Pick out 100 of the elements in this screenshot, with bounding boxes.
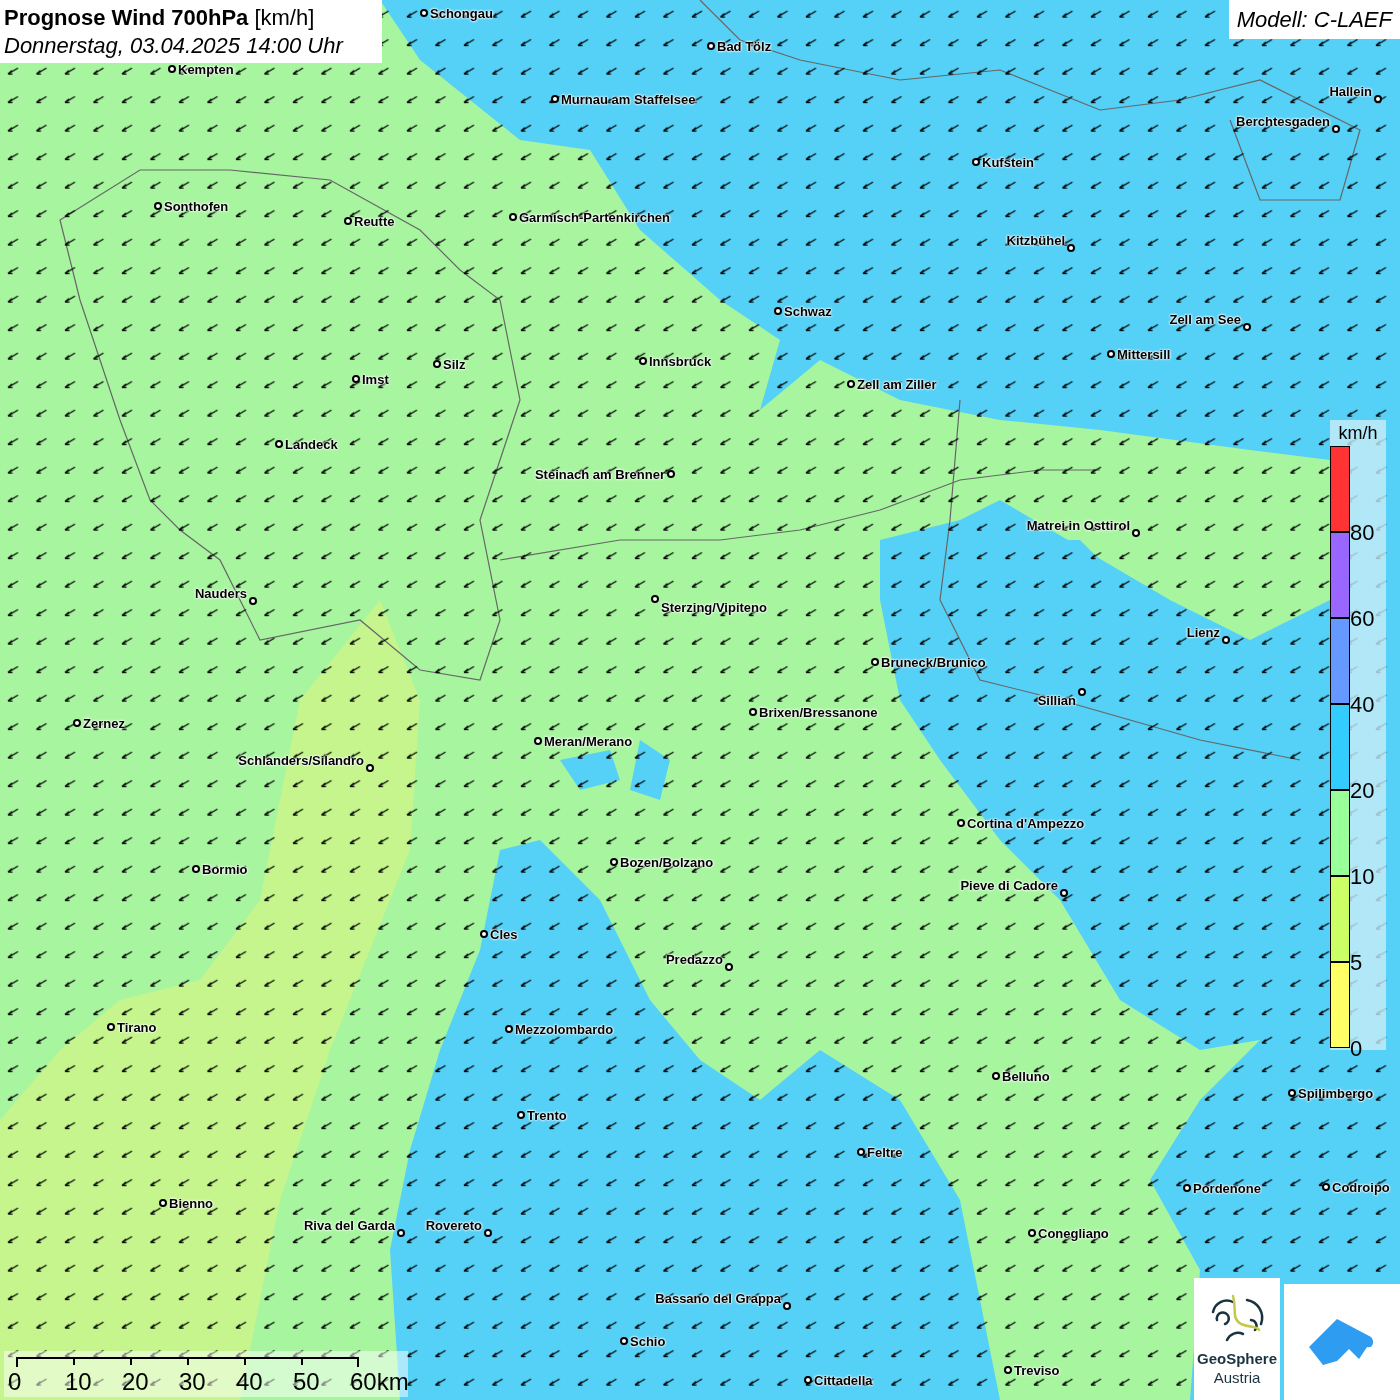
legend-value: 80 xyxy=(1350,522,1375,544)
city-label: Schlanders/Silandro xyxy=(238,753,364,767)
city-label: Meran/Merano xyxy=(544,734,633,748)
city-marker-icon xyxy=(192,865,200,873)
city-label: Landeck xyxy=(285,437,338,451)
city-marker-icon xyxy=(107,1023,115,1031)
city-marker-icon xyxy=(639,357,647,365)
city-label: Pordenone xyxy=(1193,1181,1261,1195)
city-marker-icon xyxy=(344,217,352,225)
city-label: Matrei in Osttirol xyxy=(1026,518,1130,532)
city-marker-icon xyxy=(1028,1229,1036,1237)
city-label: Bienno xyxy=(169,1196,214,1210)
city-marker-icon xyxy=(749,708,757,716)
city-marker-icon xyxy=(480,930,488,938)
city-label: Imst xyxy=(362,372,389,386)
logo-subtitle: Austria xyxy=(1213,1368,1261,1388)
city-label: Reutte xyxy=(354,214,395,228)
city-label: Schio xyxy=(630,1334,666,1348)
city-marker-icon xyxy=(804,1376,812,1384)
city-marker-icon xyxy=(352,375,360,383)
scale-label: 50 xyxy=(293,1370,320,1394)
legend-value: 0 xyxy=(1350,1038,1363,1060)
city-marker-icon xyxy=(992,1072,1000,1080)
city-label: Treviso xyxy=(1014,1363,1060,1377)
city-label: Garmisch-Partenkirchen xyxy=(519,210,670,224)
model-label: Modell: C-LAEF xyxy=(1228,0,1400,39)
city-marker-icon xyxy=(1078,688,1086,696)
city-marker-icon xyxy=(551,95,559,103)
city-label: Lienz xyxy=(1186,625,1220,639)
city-marker-icon xyxy=(871,658,879,666)
scale-label: 10 xyxy=(65,1370,92,1394)
logo-name: GeoSphere xyxy=(1197,1350,1277,1369)
city-marker-icon xyxy=(484,1229,492,1237)
city-marker-icon xyxy=(168,65,176,73)
city-marker-icon xyxy=(366,764,374,772)
city-label: Pieve di Cadore xyxy=(960,878,1058,892)
legend-value: 5 xyxy=(1350,952,1363,974)
city-marker-icon xyxy=(1222,636,1230,644)
scale-label: 40 xyxy=(236,1370,263,1394)
city-label: Cles xyxy=(490,927,518,941)
city-marker-icon xyxy=(1183,1184,1191,1192)
city-label: Bruneck/Brunico xyxy=(881,655,986,669)
city-marker-icon xyxy=(667,470,675,478)
city-marker-icon xyxy=(420,9,428,17)
city-label: Bozen/Bolzano xyxy=(620,855,714,869)
city-marker-icon xyxy=(509,213,517,221)
city-marker-icon xyxy=(1060,889,1068,897)
legend-unit: km/h xyxy=(1337,422,1379,445)
legend-value: 40 xyxy=(1350,694,1375,716)
city-marker-icon xyxy=(651,595,659,603)
city-label: Predazzo xyxy=(665,952,723,966)
city-label: Codroipo xyxy=(1332,1180,1390,1194)
city-label: Spilimbergo xyxy=(1298,1086,1374,1100)
city-label: Silz xyxy=(443,357,466,371)
city-marker-icon xyxy=(707,42,715,50)
scale-label: 60km xyxy=(350,1370,409,1394)
map-title: Prognose Wind 700hPa [km/h] xyxy=(4,4,316,32)
city-marker-icon xyxy=(1132,529,1140,537)
city-marker-icon xyxy=(610,858,618,866)
city-label: Sterzing/Vipiteno xyxy=(661,600,767,614)
scale-label: 20 xyxy=(122,1370,149,1394)
city-label: Nauders xyxy=(194,586,247,600)
city-label: Sonthofen xyxy=(164,199,229,213)
city-marker-icon xyxy=(159,1199,167,1207)
city-label: Zernez xyxy=(83,716,125,730)
scale-label: 0 xyxy=(8,1370,22,1394)
city-marker-icon xyxy=(1332,125,1340,133)
city-marker-icon xyxy=(857,1148,865,1156)
city-marker-icon xyxy=(433,360,441,368)
city-label: Tirano xyxy=(117,1020,157,1034)
city-marker-icon xyxy=(1004,1366,1012,1374)
city-marker-icon xyxy=(534,737,542,745)
city-label: Belluno xyxy=(1002,1069,1050,1083)
scale-bar-icon xyxy=(16,1357,360,1367)
forecast-date: Donnerstag, 03.04.2025 14:00 Uhr xyxy=(4,31,345,59)
city-label: Rovereto xyxy=(425,1218,482,1232)
city-label: Bassano del Grappa xyxy=(655,1291,781,1305)
city-label: Steinach am Brenner xyxy=(534,467,665,481)
city-marker-icon xyxy=(517,1111,525,1119)
city-label: Brixen/Bressanone xyxy=(759,705,878,719)
city-label: Berchtesgaden xyxy=(1236,114,1330,128)
city-label: Kempten xyxy=(178,62,234,76)
city-marker-icon xyxy=(1067,244,1075,252)
legend-value: 60 xyxy=(1350,608,1375,630)
city-marker-icon xyxy=(1288,1089,1296,1097)
city-label: Mezzolombardo xyxy=(515,1022,614,1036)
city-marker-icon xyxy=(154,202,162,210)
city-marker-icon xyxy=(73,719,81,727)
city-label: Mittersill xyxy=(1117,347,1171,361)
city-label: Kufstein xyxy=(982,155,1034,169)
city-marker-icon xyxy=(1322,1183,1330,1191)
city-label: Conegliano xyxy=(1038,1226,1109,1240)
app-logo-icon xyxy=(1309,1319,1375,1365)
city-marker-icon xyxy=(957,819,965,827)
city-marker-icon xyxy=(774,307,782,315)
city-label: Cortina d'Ampezzo xyxy=(967,816,1085,830)
city-marker-icon xyxy=(1107,350,1115,358)
city-marker-icon xyxy=(847,380,855,388)
city-label: Feltre xyxy=(867,1145,903,1159)
city-label: Kitzbühel xyxy=(1006,233,1065,247)
